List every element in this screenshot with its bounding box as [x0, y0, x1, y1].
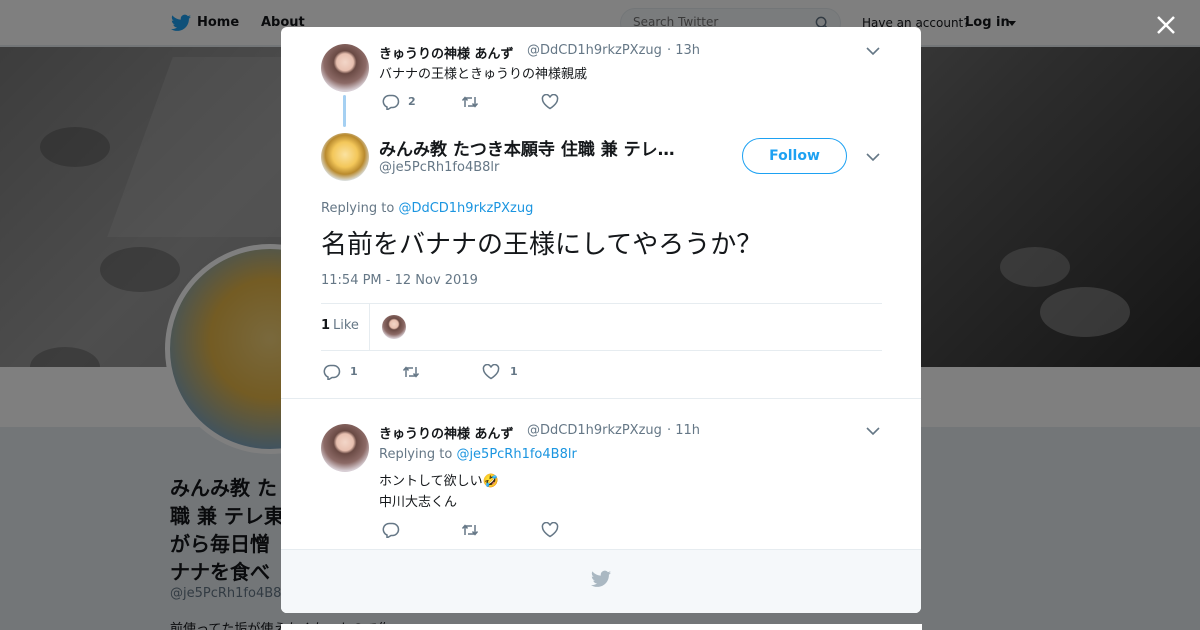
twitter-bird-icon	[591, 570, 611, 587]
like-icon[interactable]	[541, 522, 559, 538]
close-icon[interactable]	[1153, 12, 1179, 38]
likes-label: Like	[333, 318, 359, 333]
main-tweet-text: 名前をバナナの王様にしてやろうか？	[321, 230, 763, 260]
main-tweet-name[interactable]: みんみ教 たつき本願寺 住職 兼 テレ…	[379, 135, 675, 160]
likes-count: 1	[321, 318, 331, 333]
reply-tweet-handle[interactable]: @DdCD1h9rkzPXzug	[527, 423, 662, 438]
reply-tweet-text-line2: 中川大志くん	[379, 495, 458, 510]
replying-to-link[interactable]: @DdCD1h9rkzPXzug	[398, 201, 533, 216]
replying-to-link[interactable]: @je5PcRh1fo4B8lr	[456, 447, 576, 462]
chevron-down-icon[interactable]	[866, 152, 880, 162]
like-icon[interactable]	[541, 94, 559, 110]
main-tweet-timestamp[interactable]: 11:54 PM - 12 Nov 2019	[321, 273, 478, 288]
like-icon[interactable]	[482, 364, 500, 380]
thread-connector-line	[343, 95, 346, 127]
parent-tweet-time[interactable]: · 13h	[667, 43, 700, 58]
main-reply-count: 1	[350, 365, 358, 378]
divider	[321, 303, 882, 304]
reply-icon[interactable]	[323, 364, 341, 380]
background-card-edge	[281, 624, 922, 630]
chevron-down-icon[interactable]	[866, 426, 880, 436]
divider	[321, 350, 882, 351]
main-replying-to: Replying to @DdCD1h9rkzPXzug	[321, 201, 534, 216]
retweet-icon[interactable]	[402, 364, 420, 380]
chevron-down-icon[interactable]	[866, 46, 880, 56]
tweet-modal	[281, 27, 921, 613]
modal-footer	[281, 549, 921, 613]
main-tweet-handle[interactable]: @je5PcRh1fo4B8lr	[379, 160, 499, 175]
main-like-count: 1	[510, 365, 518, 378]
reply-icon[interactable]	[382, 94, 400, 110]
reply-icon[interactable]	[382, 522, 400, 538]
divider	[281, 398, 921, 399]
parent-tweet-name[interactable]: きゅうりの神様 あんず	[379, 43, 514, 62]
reply-tweet-text-line1: ホントして欲しい🤣	[379, 474, 499, 489]
reply-tweet-time[interactable]: · 11h	[667, 423, 700, 438]
parent-tweet-avatar[interactable]	[321, 44, 369, 92]
parent-reply-count: 2	[408, 95, 416, 108]
parent-tweet-text: バナナの王様ときゅうりの神様親戚	[379, 67, 588, 82]
retweet-icon[interactable]	[461, 522, 479, 538]
reply-replying-to: Replying to @je5PcRh1fo4B8lr	[379, 447, 577, 462]
main-tweet-avatar[interactable]	[321, 133, 369, 181]
reply-tweet-avatar[interactable]	[321, 424, 369, 472]
parent-tweet-handle[interactable]: @DdCD1h9rkzPXzug	[527, 43, 662, 58]
liker-avatar[interactable]	[382, 315, 406, 339]
follow-button[interactable]: Follow	[742, 138, 847, 174]
retweet-icon[interactable]	[461, 94, 479, 110]
reply-tweet-name[interactable]: きゅうりの神様 あんず	[379, 423, 514, 442]
